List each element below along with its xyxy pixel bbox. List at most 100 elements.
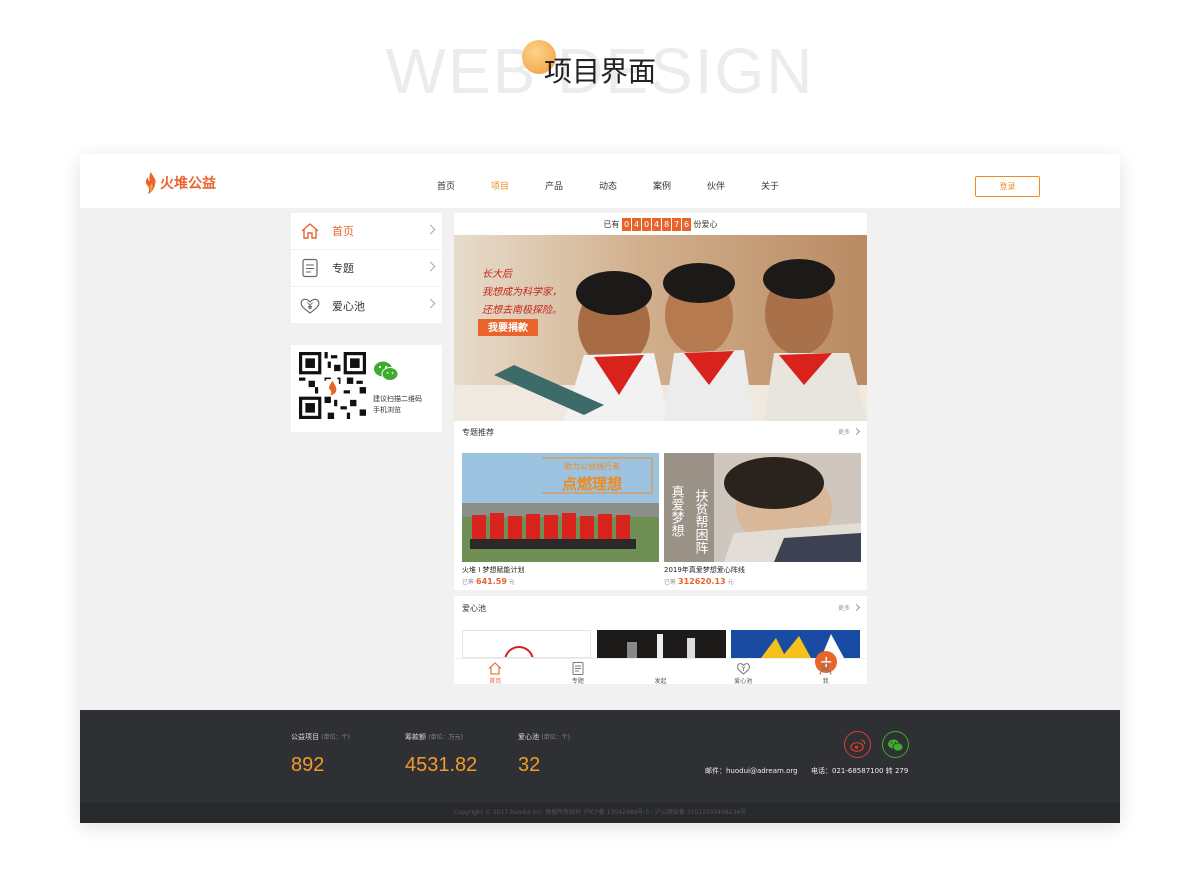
stat-unit: (单位：个) [321,734,350,741]
nav-item-news[interactable]: 动态 [581,179,635,192]
topic-card[interactable]: 真爱梦想 扶贫帮困阵 2019年真爱梦想爱心阵线 已筹 312620.13 元 [664,453,861,586]
stat-label: 公益项目 (单位：个) [291,732,350,742]
nav-item-about[interactable]: 关于 [743,179,797,192]
nav-item-projects[interactable]: 项目 [473,179,527,192]
tab-label: 首页 [489,678,502,684]
site-logo[interactable]: 火堆公益 [144,171,216,195]
topics-more-link[interactable]: 更多 [837,424,861,442]
tab-home[interactable]: 首页 [454,659,537,684]
wechat-button[interactable] [882,731,909,758]
pool-item-image[interactable] [731,630,860,658]
tab-create[interactable]: + 发起 [619,651,838,684]
qr-hint-line-2: 手机浏览 [373,406,401,414]
bottom-tab-bar: 首页 专题 + 发起 爱心池 我 [454,651,867,684]
nav-item-products[interactable]: 产品 [527,179,581,192]
page-title: 项目界面 [543,55,656,88]
hero-photo: 长大后 我想成为科学家， 还想去南极探险。 我要捐款 [454,235,867,421]
tab-love-pool[interactable]: 爱心池 [702,659,785,684]
stat-unit: (单位：万元) [428,734,463,741]
qr-hint-text: 建议扫描二维码 手机浏览 [373,394,439,416]
tab-label: 我 [822,678,829,684]
home-icon [299,220,321,242]
weibo-button[interactable] [844,731,871,758]
login-button[interactable]: 登录 [975,176,1040,197]
wechat-icon [374,361,399,381]
topic-card-image: 助力公益践行者 点燃理想 [462,453,659,562]
chevron-right-icon [425,298,436,309]
document-icon [299,257,321,279]
stat-label: 筹款额 (单位：万元) [405,732,477,742]
stat-funds: 筹款额 (单位：万元) 4531.82 [405,732,477,777]
section-divider [454,590,867,596]
site-footer: 公益项目 (单位：个) 892 筹款额 (单位：万元) 4531.82 爱心池 … [80,710,1120,823]
tab-label: 专题 [571,678,584,684]
topic-card-title: 火堆 I 梦想赋能计划 [462,566,525,574]
mobile-content-panel: 已有 0404876 份爱心 长大后 我想成为科学家， 还想去南极探险。 我要捐… [454,213,867,684]
topic-card-image-text: 扶贫帮困阵 [693,489,709,554]
topic-card-image: 真爱梦想 扶贫帮困阵 [664,453,861,562]
amount-unit: 元 [508,579,515,586]
nav-item-cases[interactable]: 案例 [635,179,689,192]
heart-yuan-icon [702,662,785,675]
weibo-icon [849,738,865,752]
more-label: 更多 [837,429,850,436]
wechat-icon [888,738,904,751]
stat-value: 892 [291,754,325,776]
counter-digit: 7 [672,217,681,231]
hero-slogan-line: 我想成为科学家， [482,286,562,298]
topic-card[interactable]: 助力公益践行者 点燃理想 火堆 I 梦想赋能计划 已筹 641.59 元 [462,453,659,586]
tab-label: 爱心池 [734,678,753,684]
tab-me[interactable]: 我 [784,659,867,684]
chevron-right-icon [852,603,861,612]
chevron-right-icon [852,427,861,436]
counter-digit: 4 [632,217,641,231]
topic-card-amount: 已筹 312620.13 元 [664,577,861,586]
counter-digit: 0 [622,217,631,231]
qr-code-image [299,352,366,419]
topics-section-header: 专题推荐 更多 [462,424,861,442]
raised-label: 已筹 [462,579,475,586]
hero-slogan-line: 还想去南极探险。 [482,304,562,316]
stat-value: 32 [518,754,541,776]
website-mockup: 火堆公益 首页 项目 产品 动态 案例 伙伴 关于 登录 首页 专题 爱心池 建… [80,154,1120,823]
counter-digit: 0 [642,217,651,231]
counter-prefix: 已有 [603,219,620,229]
stat-value: 4531.82 [405,754,478,776]
counter-digit: 4 [652,217,661,231]
pool-section-title: 爱心池 [462,604,486,613]
pool-item-image[interactable] [597,630,726,658]
document-icon [537,662,620,675]
hero-banner[interactable]: 长大后 我想成为科学家， 还想去南极探险。 我要捐款 [454,235,867,421]
nav-item-partners[interactable]: 伙伴 [689,179,743,192]
side-menu-item-home[interactable]: 首页 [291,213,442,250]
amount-unit: 元 [727,579,734,586]
side-menu-label: 首页 [332,225,354,238]
counter-digit: 6 [682,217,691,231]
topic-card-amount: 已筹 641.59 元 [462,577,659,586]
home-icon [454,662,537,675]
side-menu-label: 爱心池 [332,299,365,313]
flame-icon [145,172,156,194]
pool-more-link[interactable]: 更多 [838,600,861,618]
topic-card-image-text: 点燃理想 [562,475,622,493]
qr-hint-line-1: 建议扫描二维码 [373,395,422,403]
side-menu-item-topics[interactable]: 专题 [291,250,442,287]
side-menu-item-love-pool[interactable]: 爱心池 [291,287,442,324]
donate-button[interactable]: 我要捐款 [488,321,529,334]
chevron-right-icon [425,224,436,235]
pool-item-image[interactable] [462,630,591,658]
user-icon [784,662,867,675]
stat-label-text: 爱心池 [518,733,539,741]
qr-code-panel: 建议扫描二维码 手机浏览 [291,345,442,432]
tab-topics[interactable]: 专题 [537,659,620,684]
topics-section-title: 专题推荐 [462,428,494,437]
footer-email[interactable]: 邮件：huodui@adream.org [705,766,798,776]
counter-suffix: 份爱心 [693,219,718,229]
raised-amount: 312620.13 [678,577,726,586]
stat-love-pool: 爱心池 (单位：个) 32 [518,732,570,777]
raised-label: 已筹 [664,579,677,586]
stat-unit: (单位：个) [541,734,570,741]
counter-digit: 8 [662,217,671,231]
nav-item-home[interactable]: 首页 [419,179,473,192]
heart-yuan-icon [299,295,321,317]
